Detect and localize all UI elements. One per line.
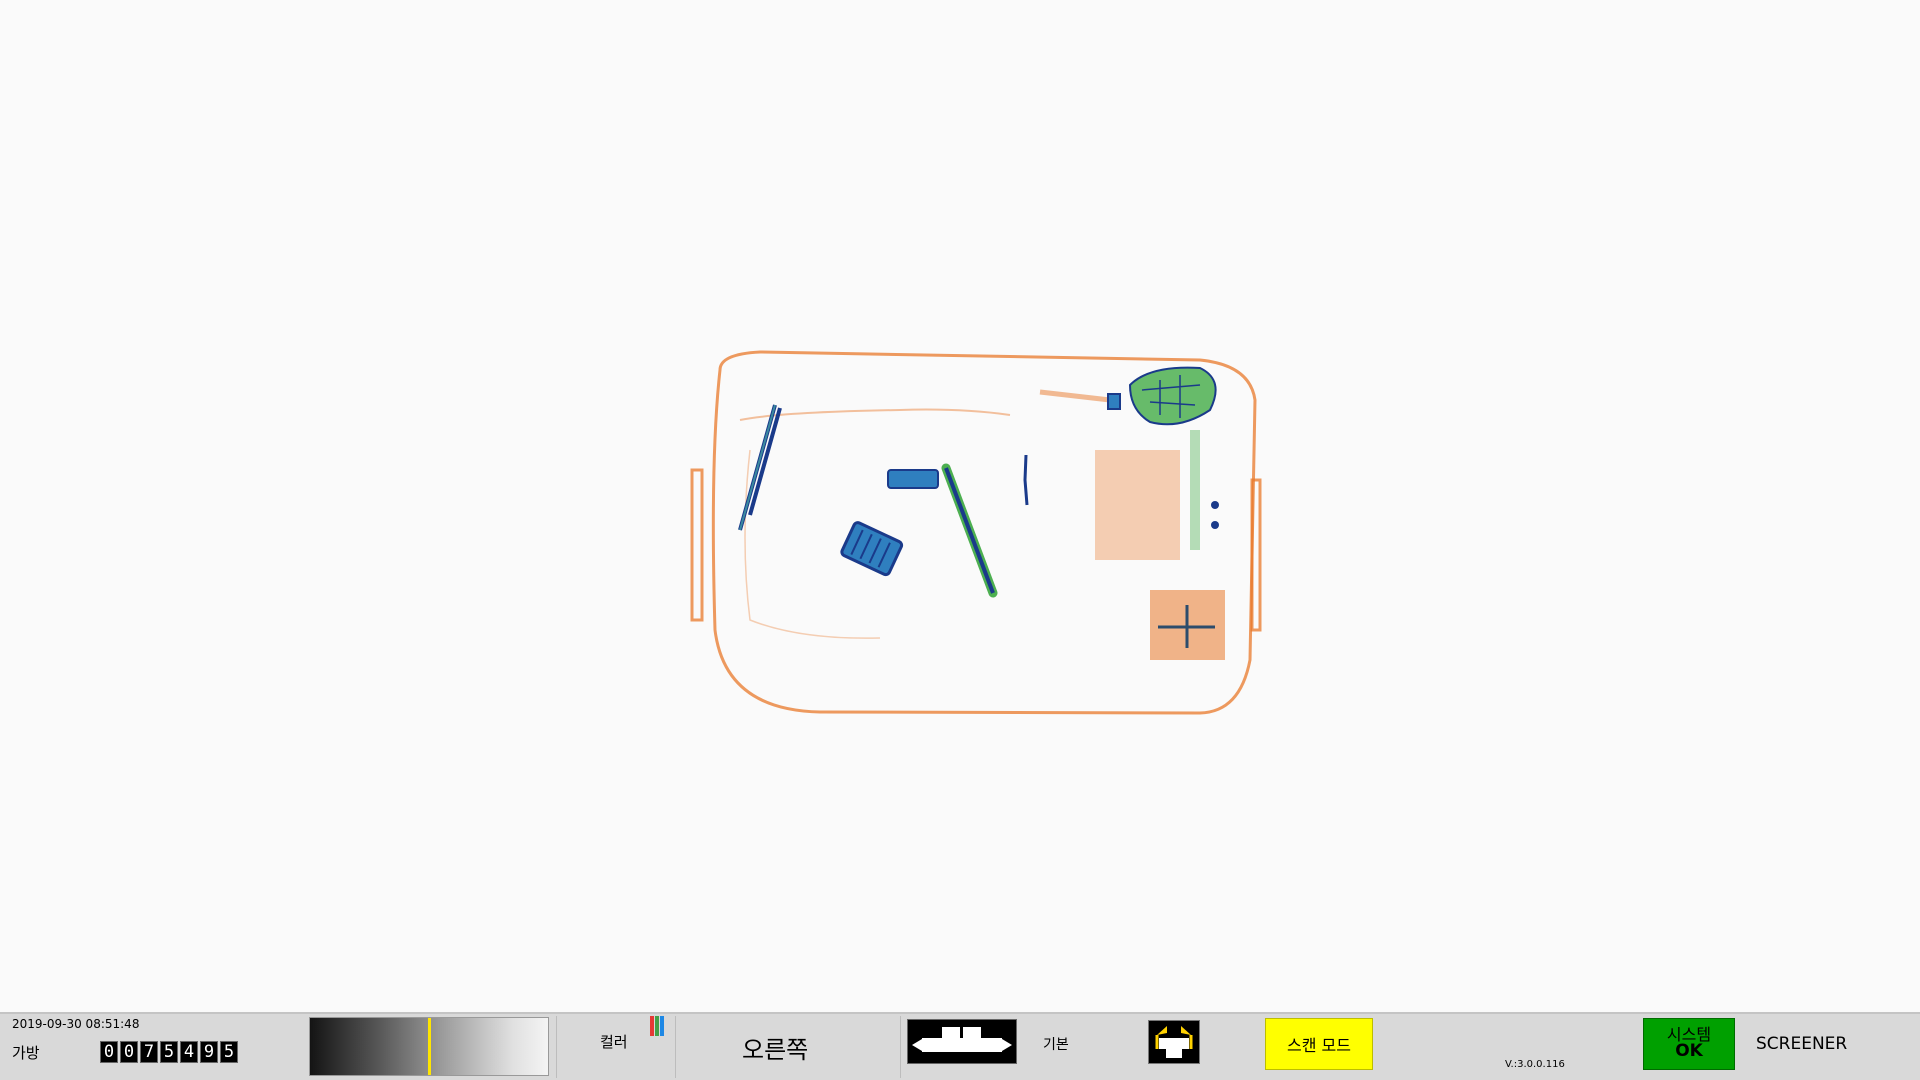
counter-digit: 0 <box>100 1041 118 1063</box>
scan-mode-button[interactable]: 스캔 모드 <box>1265 1018 1373 1070</box>
conveyor-belt-icon <box>912 1027 1012 1052</box>
direction-label: 오른쪽 <box>742 1036 809 1064</box>
counter-digit: 4 <box>180 1041 198 1063</box>
status-bar: 2019-09-30 08:51:48 가방 0 0 7 5 4 9 5 컬러 … <box>0 1012 1920 1080</box>
version-label: V.:3.0.0.116 <box>1505 1059 1565 1070</box>
system-status-value: OK <box>1675 1041 1703 1062</box>
user-role-label: SCREENER <box>1756 1034 1848 1054</box>
counter-digit: 5 <box>220 1041 238 1063</box>
xray-viewer[interactable] <box>0 0 1920 1012</box>
system-status-badge[interactable]: 시스템 OK <box>1643 1018 1735 1070</box>
counter-digit: 0 <box>120 1041 138 1063</box>
gray-level-slider[interactable] <box>309 1017 549 1076</box>
color-mode-label[interactable]: 컬러 <box>600 1031 628 1052</box>
gray-level-handle[interactable] <box>428 1018 431 1075</box>
conveyor-belt-button[interactable] <box>907 1019 1017 1064</box>
divider <box>675 1016 676 1078</box>
scan-datetime: 2019-09-30 08:51:48 <box>12 1017 140 1031</box>
conveyor-stop-button[interactable] <box>1148 1020 1200 1064</box>
conveyor-stop-icon <box>1155 1026 1193 1058</box>
bag-count-label: 가방 <box>12 1044 40 1062</box>
bag-counter: 0 0 7 5 4 9 5 <box>100 1041 238 1063</box>
divider <box>556 1016 557 1078</box>
xray-scan-image <box>690 350 1262 715</box>
counter-digit: 7 <box>140 1041 158 1063</box>
divider <box>900 1016 901 1078</box>
rgb-bars-icon <box>650 1016 664 1036</box>
image-mode-label[interactable]: 기본 <box>1043 1034 1069 1054</box>
counter-digit: 9 <box>200 1041 218 1063</box>
counter-digit: 5 <box>160 1041 178 1063</box>
